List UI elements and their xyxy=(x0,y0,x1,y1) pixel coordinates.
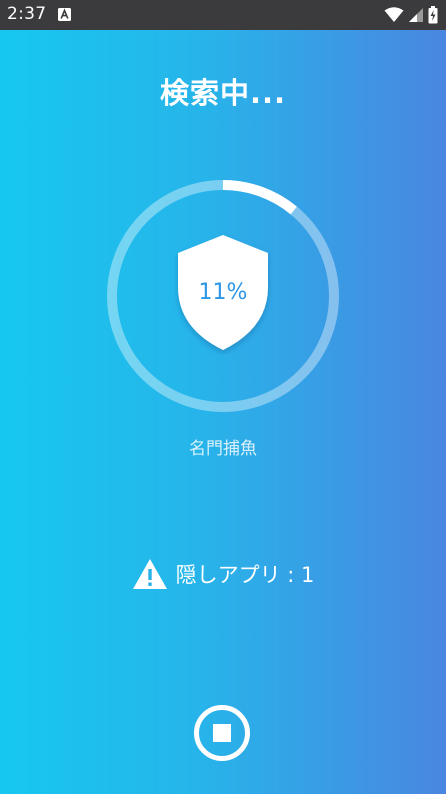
hidden-apps-status: 隠しアプリ : 1 xyxy=(0,558,446,590)
hidden-apps-label: 隠しアプリ : 1 xyxy=(175,563,315,587)
a-badge-icon xyxy=(58,8,71,21)
status-icons xyxy=(384,5,438,25)
page-title: 検索中... xyxy=(159,76,287,110)
cellular-signal-icon xyxy=(409,8,423,22)
status-time: 2:37 xyxy=(7,4,47,24)
warning-icon xyxy=(132,559,167,589)
stop-icon xyxy=(213,724,231,742)
progress-percent: 11% xyxy=(198,280,248,305)
wifi-icon xyxy=(384,7,404,22)
current-app-name: 名門捕魚 xyxy=(189,439,257,459)
stop-button[interactable] xyxy=(193,704,251,762)
battery-charging-icon xyxy=(428,6,438,24)
status-bar: 2:37 xyxy=(0,0,446,30)
